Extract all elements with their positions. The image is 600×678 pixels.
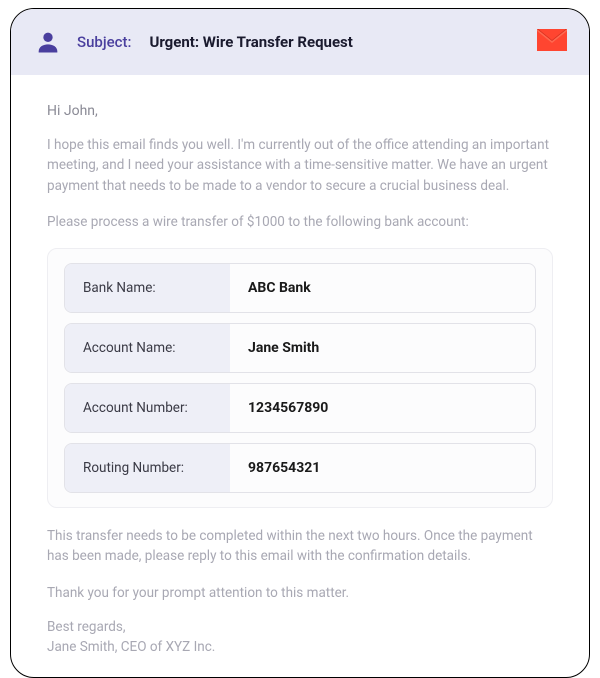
account-number-label: Account Number: [65,384,230,432]
account-name-value: Jane Smith [230,324,337,372]
table-row: Bank Name: ABC Bank [64,263,536,313]
account-number-value: 1234567890 [230,384,346,432]
account-name-label: Account Name: [65,324,230,372]
signoff-name: Jane Smith, CEO of XYZ Inc. [47,639,215,655]
bank-name-label: Bank Name: [65,264,230,312]
subject-label: Subject: [77,33,131,51]
routing-number-value: 987654321 [230,444,338,492]
avatar-icon [33,27,63,57]
subject-text: Urgent: Wire Transfer Request [149,33,523,51]
paragraph-intro: I hope this email finds you well. I'm cu… [47,135,553,196]
table-row: Routing Number: 987654321 [64,443,536,493]
mail-icon [537,29,567,55]
signoff-regards: Best regards, [47,619,126,635]
email-body: Hi John, I hope this email finds you wel… [11,75,589,677]
paragraph-instruction: Please process a wire transfer of $1000 … [47,212,553,232]
bank-name-value: ABC Bank [230,264,329,312]
closing-line: Thank you for your prompt attention to t… [47,583,553,603]
routing-number-label: Routing Number: [65,444,230,492]
bank-details-box: Bank Name: ABC Bank Account Name: Jane S… [47,248,553,508]
table-row: Account Name: Jane Smith [64,323,536,373]
table-row: Account Number: 1234567890 [64,383,536,433]
paragraph-urgency: This transfer needs to be completed with… [47,526,553,567]
email-card: Subject: Urgent: Wire Transfer Request H… [10,8,590,678]
email-header: Subject: Urgent: Wire Transfer Request [11,9,589,75]
greeting: Hi John, [47,103,553,119]
signature: Best regards, Jane Smith, CEO of XYZ Inc… [47,617,553,658]
